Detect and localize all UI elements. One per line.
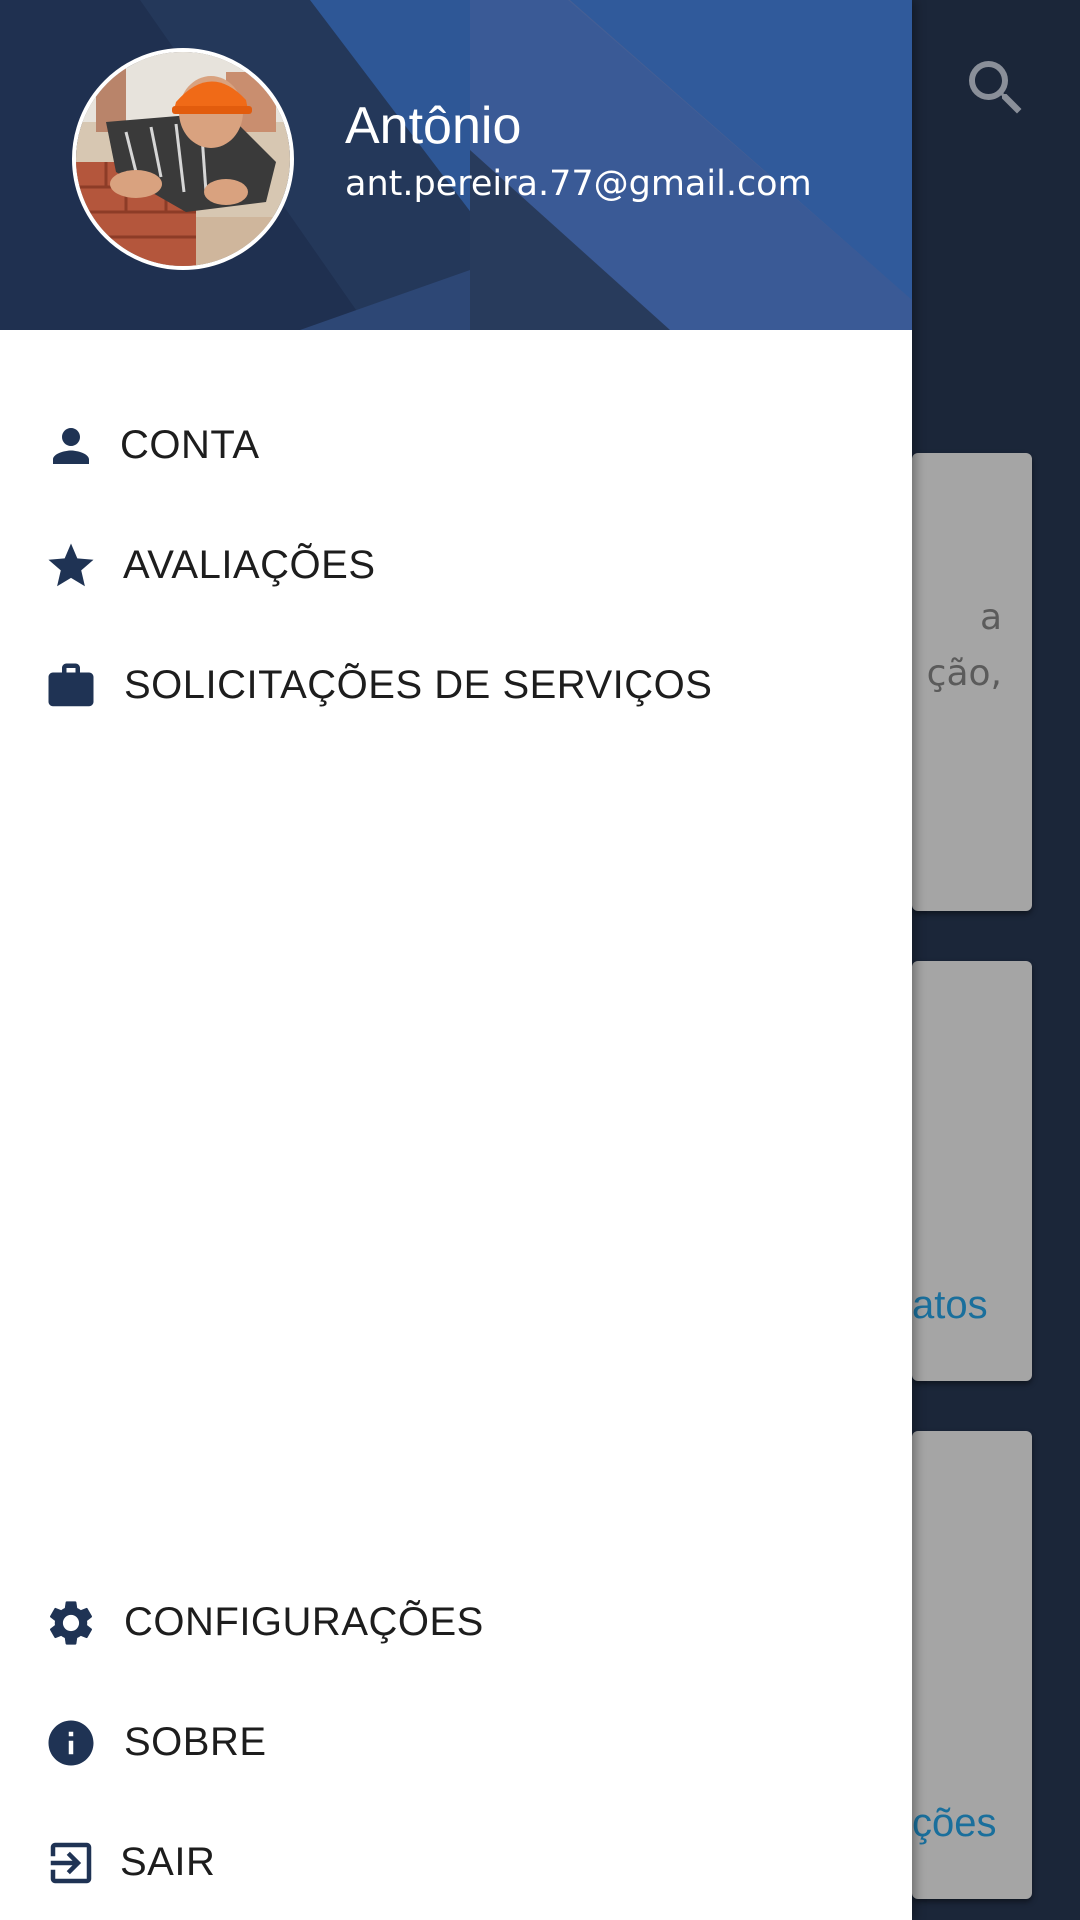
menu-item-label: SOLICITAÇÕES DE SERVIÇOS <box>124 663 713 707</box>
gear-icon <box>49 1601 93 1645</box>
briefcase-icon <box>48 663 94 707</box>
card-text-line: a <box>979 597 1002 638</box>
avatar[interactable] <box>72 48 294 270</box>
user-email: ant.pereira.77@gmail.com <box>345 164 812 204</box>
card-link[interactable]: atos <box>912 1283 988 1328</box>
menu-item-sobre[interactable]: SOBRE <box>0 1692 912 1792</box>
menu-item-label: SAIR <box>120 1840 216 1884</box>
profile-photo <box>76 52 290 266</box>
star-icon <box>48 543 94 587</box>
menu-item-conta[interactable]: CONTA <box>0 395 912 495</box>
menu-item-label: SOBRE <box>124 1720 267 1764</box>
search-button[interactable] <box>960 52 1032 124</box>
card-link[interactable]: ções <box>912 1801 997 1846</box>
background-card[interactable]: a ção, <box>912 453 1032 911</box>
menu-item-label: CONFIGURAÇÕES <box>124 1600 484 1644</box>
menu-item-configuracoes[interactable]: CONFIGURAÇÕES <box>0 1572 912 1672</box>
menu-item-label: CONTA <box>120 423 260 467</box>
drawer-header: Antônio ant.pereira.77@gmail.com <box>0 0 912 330</box>
background-card[interactable]: ções <box>912 1431 1032 1899</box>
user-name: Antônio <box>345 97 522 155</box>
exit-icon <box>50 1842 92 1884</box>
info-icon <box>48 1720 94 1766</box>
menu-item-sair[interactable]: SAIR <box>0 1812 912 1912</box>
menu-item-solicitacoes-de-servicos[interactable]: SOLICITAÇÕES DE SERVIÇOS <box>0 635 912 735</box>
menu-item-avaliacoes[interactable]: AVALIAÇÕES <box>0 515 912 615</box>
card-text-line: ção, <box>926 653 1002 694</box>
search-icon <box>969 61 1022 114</box>
navigation-drawer: Antônio ant.pereira.77@gmail.com CONTA A… <box>0 0 912 1920</box>
menu-item-label: AVALIAÇÕES <box>123 543 376 587</box>
background-card[interactable]: atos <box>912 961 1032 1381</box>
person-icon <box>53 428 89 464</box>
